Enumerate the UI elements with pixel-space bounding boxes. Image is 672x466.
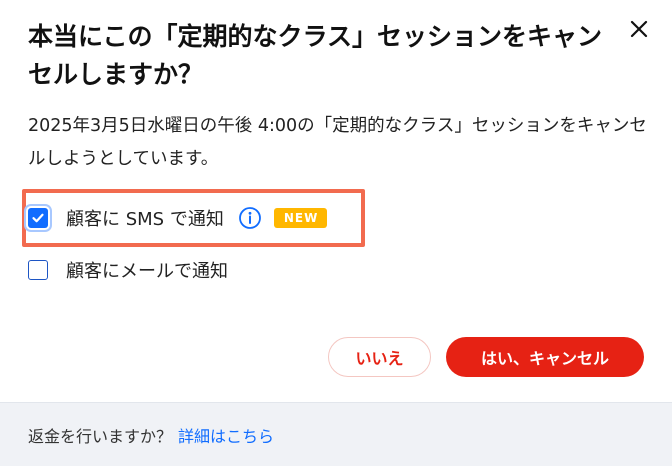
sms-notify-checkbox[interactable]	[28, 208, 48, 228]
email-notify-label: 顧客にメールで通知	[66, 261, 228, 282]
refund-footer: 返金を行いますか？ 詳細はこちら	[0, 402, 672, 466]
refund-question: 返金を行いますか？	[28, 426, 173, 446]
email-notify-checkbox[interactable]	[28, 260, 48, 280]
dialog-title: 本当にこの「定期的なクラス」セッションをキャンセルしますか？	[28, 22, 603, 89]
close-button[interactable]	[626, 16, 652, 42]
info-icon[interactable]	[238, 206, 262, 230]
cancel-session-dialog: 本当にこの「定期的なクラス」セッションをキャンセルしますか？ 2025年3月5日…	[0, 0, 672, 466]
email-notify-option[interactable]: 顧客にメールで通知	[28, 256, 228, 284]
new-badge: NEW	[273, 208, 328, 228]
yes-cancel-button[interactable]: はい、キャンセル	[446, 337, 644, 377]
dialog-message: 2025年3月5日水曜日の午後 4:00の「定期的なクラス」セッションをキャンセ…	[28, 116, 647, 169]
learn-more-link[interactable]: 詳細はこちら	[178, 423, 274, 447]
close-icon	[630, 20, 648, 38]
sms-notify-option[interactable]: 顧客に SMS で通知 NEW	[28, 204, 328, 232]
checkmark-icon	[32, 213, 44, 223]
no-button[interactable]: いいえ	[328, 337, 431, 377]
sms-notify-label: 顧客に SMS で通知	[66, 209, 224, 230]
